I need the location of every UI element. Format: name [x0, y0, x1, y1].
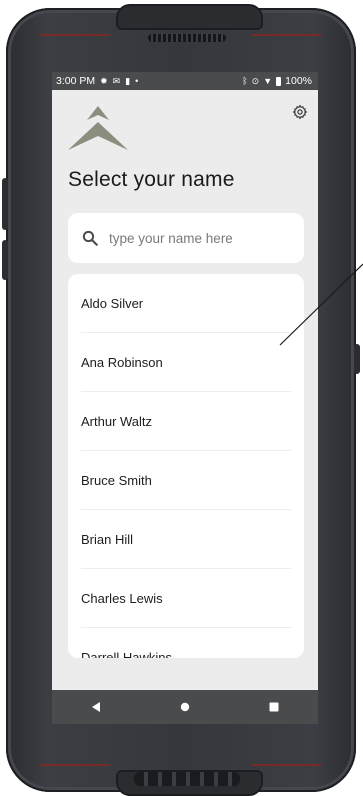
dot-icon: • [135, 76, 139, 86]
back-icon [92, 702, 101, 712]
list-item[interactable]: Charles Lewis [81, 569, 291, 628]
battery-level: 100% [285, 75, 312, 87]
device-accent [40, 34, 110, 36]
device-accent [252, 764, 322, 766]
volume-button [2, 178, 8, 230]
search-icon [82, 230, 98, 246]
recents-button[interactable] [254, 694, 294, 720]
side-button-left [2, 240, 8, 280]
sim-icon: ▮ [125, 76, 131, 86]
bluetooth-icon: ᛒ [242, 76, 248, 86]
list-item[interactable]: Brian Hill [81, 510, 291, 569]
list-item[interactable]: Arthur Waltz [81, 392, 291, 451]
device-accent [252, 34, 322, 36]
gear-icon [292, 104, 308, 120]
app-screen: 3:00 PM ✹ ✉ ▮ • ᛒ ⊙ ▼ 100% Select your n… [52, 72, 318, 724]
list-item[interactable]: Aldo Silver [81, 274, 291, 333]
settings-button[interactable] [290, 102, 310, 122]
device-top-bumper [116, 4, 263, 30]
bottom-grille [134, 772, 240, 786]
search-box[interactable] [68, 213, 304, 263]
device-accent [40, 764, 110, 766]
list-item[interactable]: Ana Robinson [81, 333, 291, 392]
speaker-grille [148, 34, 226, 42]
home-button[interactable] [165, 694, 205, 720]
search-input[interactable] [107, 229, 301, 247]
status-time: 3:00 PM [56, 75, 96, 87]
list-item[interactable]: Darrell Hawkins [81, 628, 291, 659]
name-list[interactable]: Aldo Silver Ana Robinson Arthur Waltz Br… [68, 274, 304, 658]
recents-icon [269, 702, 279, 712]
mail-icon: ✉ [112, 76, 121, 86]
battery-icon [276, 76, 282, 86]
power-button [354, 344, 360, 374]
home-icon [180, 702, 190, 712]
back-button[interactable] [76, 694, 116, 720]
page-title: Select your name [68, 168, 235, 191]
location-icon: ⊙ [251, 76, 260, 86]
wifi-icon: ▼ [263, 76, 273, 86]
status-bar: 3:00 PM ✹ ✉ ▮ • ᛒ ⊙ ▼ 100% [52, 72, 318, 90]
navigation-bar [52, 690, 318, 724]
app-logo [68, 106, 128, 150]
list-item[interactable]: Bruce Smith [81, 451, 291, 510]
gear-icon: ✹ [100, 76, 108, 86]
